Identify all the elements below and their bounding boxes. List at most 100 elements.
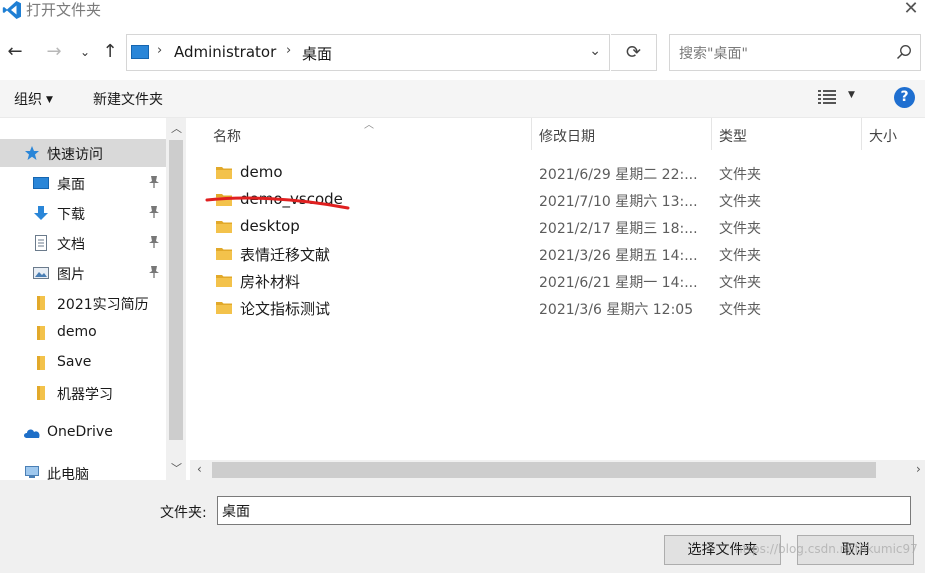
star-icon [25,146,39,160]
folder-icon [37,326,45,340]
file-name: demo [240,163,283,181]
chevron-up-icon[interactable]: ︿ [171,120,182,136]
dialog-footer: 文件夹: 桌面 选择文件夹 取消 https://blog.csdn.net/i… [0,480,925,573]
refresh-icon[interactable]: ⟳ [611,34,657,71]
file-date: 2021/3/26 星期五 14:... [539,248,698,264]
file-date: 2021/3/6 星期六 12:05 [539,302,694,318]
organize-label: 组织 [14,92,42,108]
file-type: 文件夹 [719,302,761,318]
folder-icon [216,275,232,287]
sidebar-item-label: OneDrive [47,424,113,440]
search-input[interactable]: 搜索"桌面" [669,34,921,71]
sidebar-item-folder[interactable]: Save [0,349,166,377]
file-type: 文件夹 [719,248,761,264]
help-icon[interactable]: ? [894,87,915,108]
column-header-type[interactable]: 类型 [719,126,747,146]
file-type: 文件夹 [719,194,761,210]
chevron-down-icon[interactable]: ﹀ [171,460,182,476]
vscode-icon [2,1,22,19]
pin-icon[interactable] [148,175,160,189]
breadcrumb-chevron-icon[interactable]: › [157,43,162,58]
scrollbar-thumb[interactable] [169,140,183,440]
sidebar-item-documents[interactable]: 文档 [0,229,166,257]
desktop-icon [33,177,49,189]
file-name: 表情迁移文献 [240,246,331,264]
table-row[interactable]: 房补材料 2021/6/21 星期一 14:... 文件夹 [190,267,925,294]
file-type: 文件夹 [719,275,761,291]
pin-icon[interactable] [148,265,160,279]
sidebar-item-folder[interactable]: 2021实习简历 [0,289,166,317]
column-divider[interactable] [861,118,862,150]
table-row[interactable]: demo 2021/6/29 星期二 22:... 文件夹 [190,159,925,186]
sidebar-item-label: 图片 [57,267,85,283]
sidebar-item-onedrive[interactable]: OneDrive [0,419,166,447]
column-header-name[interactable]: 名称 [213,126,241,146]
new-folder-button[interactable]: 新建文件夹 [93,89,163,109]
file-list: ︿ 名称 修改日期 类型 大小 demo 2021/6/29 星期二 22:..… [190,118,925,460]
folder-name-field[interactable]: 桌面 [217,496,911,525]
sidebar-item-label: demo [57,324,97,340]
cloud-icon [24,429,40,438]
sidebar-item-folder[interactable]: demo [0,319,166,347]
search-placeholder: 搜索"桌面" [679,46,748,62]
table-row[interactable]: 论文指标测试 2021/3/6 星期六 12:05 文件夹 [190,294,925,321]
folder-icon [37,356,45,370]
pin-icon[interactable] [148,235,160,249]
organize-button[interactable]: 组织 ▼ [14,89,53,109]
sidebar-item-label: 机器学习 [57,387,113,403]
horizontal-scrollbar[interactable]: ‹ › [190,460,925,480]
view-details-icon[interactable] [818,90,836,104]
search-icon[interactable] [896,44,912,60]
file-name: 论文指标测试 [240,300,331,318]
navigation-pane: 快速访问 桌面 下载 文档 图片 2021实习简历 demo Save 机器学习… [0,118,166,483]
file-date: 2021/6/29 星期二 22:... [539,167,698,183]
folder-icon [216,221,232,233]
column-header-size[interactable]: 大小 [869,126,897,146]
navigation-scrollbar[interactable]: ︿ ﹀ [166,118,186,480]
file-name: 房补材料 [240,273,301,291]
pin-icon[interactable] [148,205,160,219]
table-row[interactable]: 表情迁移文献 2021/3/26 星期五 14:... 文件夹 [190,240,925,267]
column-header-modified[interactable]: 修改日期 [539,126,595,146]
red-underline-annotation [205,196,350,210]
desktop-icon [131,45,149,59]
back-arrow-icon[interactable]: ← [4,40,26,64]
chevron-left-icon[interactable]: ‹ [197,462,202,476]
table-row[interactable]: desktop 2021/2/17 星期三 18:... 文件夹 [190,213,925,240]
chevron-right-icon[interactable]: › [916,462,921,476]
sort-up-icon: ︿ [364,120,374,131]
sidebar-item-label: 快速访问 [47,147,103,163]
column-divider[interactable] [711,118,712,150]
folder-icon [216,302,232,314]
file-date: 2021/7/10 星期六 13:... [539,194,698,210]
breadcrumb-administrator[interactable]: Administrator [174,43,276,61]
up-arrow-icon[interactable]: ↑ [99,40,121,64]
close-icon[interactable]: ✕ [901,0,921,20]
sidebar-item-folder[interactable]: 机器学习 [0,379,166,407]
watermark: https://blog.csdn.net/ikumic97 [735,542,918,556]
breadcrumb-chevron-icon[interactable]: › [286,43,291,58]
column-divider[interactable] [531,118,532,150]
folder-icon [37,386,45,400]
sidebar-item-quick-access[interactable]: 快速访问 [0,139,166,167]
recent-locations-chevron-icon[interactable]: ⌄ [74,40,96,64]
window-title: 打开文件夹 [26,1,102,19]
forward-arrow-icon[interactable]: → [43,40,65,64]
sidebar-item-downloads[interactable]: 下载 [0,199,166,227]
sidebar-item-pictures[interactable]: 图片 [0,259,166,287]
breadcrumb-desktop[interactable]: 桌面 [302,43,332,64]
file-type: 文件夹 [719,221,761,237]
view-options-caret-icon[interactable]: ▼ [848,90,855,100]
address-bar[interactable]: › Administrator › 桌面 ⌄ [126,34,610,71]
scrollbar-thumb[interactable] [212,462,876,478]
caret-down-icon: ▼ [46,95,53,105]
command-toolbar: 组织 ▼ 新建文件夹 ▼ ? [0,80,925,118]
address-dropdown-icon[interactable]: ⌄ [589,43,601,59]
file-type: 文件夹 [719,167,761,183]
sidebar-item-label: 2021实习简历 [57,297,149,313]
computer-icon [25,466,39,478]
sidebar-item-desktop[interactable]: 桌面 [0,169,166,197]
sidebar-item-label: 下载 [57,207,85,223]
file-name: desktop [240,217,300,235]
sidebar-item-label: Save [57,354,92,370]
